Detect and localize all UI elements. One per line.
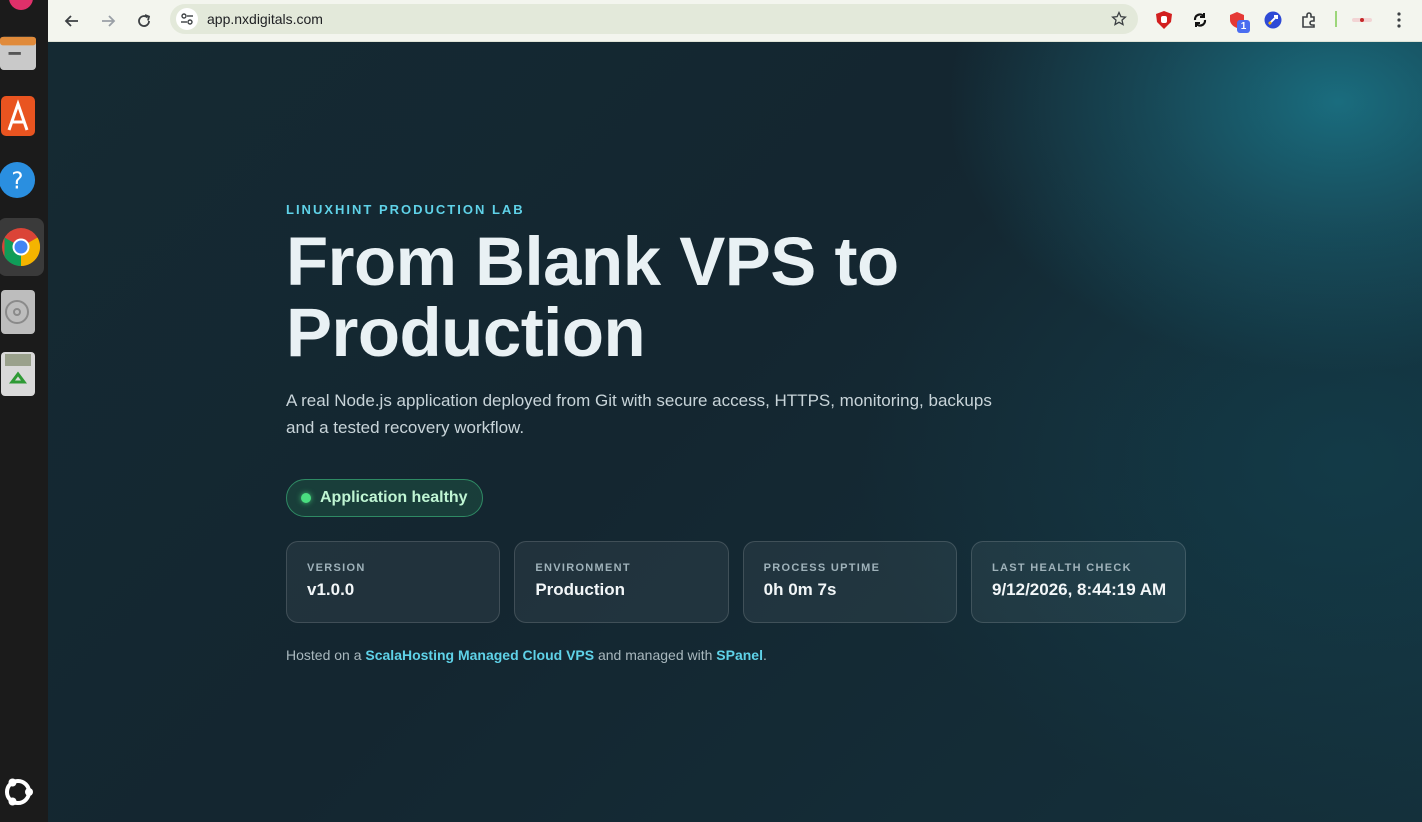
metric-value: Production: [535, 580, 626, 599]
metric-value: 0h 0m 7s: [763, 580, 837, 599]
disc-icon[interactable]: [0, 290, 36, 334]
metric-label: VERSION: [307, 562, 366, 574]
bookmark-star-icon[interactable]: [1108, 8, 1130, 30]
address-bar[interactable]: app.nxdigitals.com: [170, 4, 1138, 34]
reload-icon[interactable]: [130, 7, 158, 35]
help-icon[interactable]: ?: [0, 160, 36, 200]
extensions-icon[interactable]: [1298, 9, 1320, 31]
svg-text:?: ?: [11, 169, 23, 195]
dock-app-top-icon[interactable]: [0, 0, 36, 24]
extension-badge: 1: [1237, 20, 1250, 33]
web-page: LINUXHINT PRODUCTION LAB From Blank VPS …: [48, 42, 1422, 822]
eyebrow-label: LINUXHINT PRODUCTION LAB: [286, 202, 525, 217]
forward-arrow-icon[interactable]: [94, 7, 122, 35]
chrome-icon[interactable]: [0, 218, 44, 276]
status-dot-icon: [301, 493, 311, 503]
browser-toolbar: app.nxdigitals.com 1: [48, 0, 1422, 42]
profile-avatar-icon[interactable]: [1351, 9, 1373, 31]
footer-prefix: Hosted on a: [286, 647, 362, 663]
ubuntu-logo-icon[interactable]: [0, 772, 36, 812]
app-center-icon[interactable]: [0, 96, 36, 136]
files-icon[interactable]: [0, 32, 36, 72]
status-badge: Application healthy: [286, 479, 483, 517]
scalahosting-link[interactable]: ScalaHosting Managed Cloud VPS: [365, 647, 594, 663]
status-label: Application healthy: [320, 489, 468, 506]
hero-section: LINUXHINT PRODUCTION LAB From Blank VPS …: [286, 202, 1186, 663]
rocket-extension-icon[interactable]: [1262, 9, 1284, 31]
site-info-icon[interactable]: [176, 8, 198, 30]
footer-suffix: .: [763, 647, 767, 663]
menu-icon[interactable]: [1388, 9, 1410, 31]
hero-description: A real Node.js application deployed from…: [286, 391, 992, 437]
metric-card-environment: ENVIRONMENT Production: [514, 541, 729, 623]
metric-label: LAST HEALTH CHECK: [991, 562, 1132, 574]
metric-label: ENVIRONMENT: [535, 562, 631, 574]
ublock-extension-icon[interactable]: [1153, 9, 1175, 31]
metric-value: v1.0.0: [307, 580, 355, 599]
metric-label: PROCESS UPTIME: [763, 562, 881, 574]
metrics-cards: VERSION v1.0.0 ENVIRONMENT Production PR…: [286, 541, 1186, 623]
metric-card-uptime: PROCESS UPTIME 0h 0m 7s: [742, 541, 957, 623]
metric-card-health-check: LAST HEALTH CHECK 9/12/2026, 8:44:19 AM: [970, 541, 1186, 623]
ubuntu-dock: ?: [0, 0, 48, 822]
trash-icon[interactable]: [0, 352, 36, 396]
metric-card-version: VERSION v1.0.0: [286, 541, 501, 623]
sync-extension-icon[interactable]: [1189, 9, 1211, 31]
url-text[interactable]: app.nxdigitals.com: [207, 11, 323, 27]
shield-extension-icon[interactable]: 1: [1226, 9, 1250, 33]
metric-value: 9/12/2026, 8:44:19 AM: [991, 580, 1167, 599]
toolbar-divider: [1335, 11, 1337, 27]
page-title: From Blank VPS to Production: [286, 223, 899, 371]
back-arrow-icon[interactable]: [58, 7, 86, 35]
spanel-link[interactable]: SPanel: [716, 647, 763, 663]
footer-middle: and managed with: [597, 647, 713, 663]
hosting-footer: Hosted on a ScalaHosting Managed Cloud V…: [286, 647, 1186, 663]
